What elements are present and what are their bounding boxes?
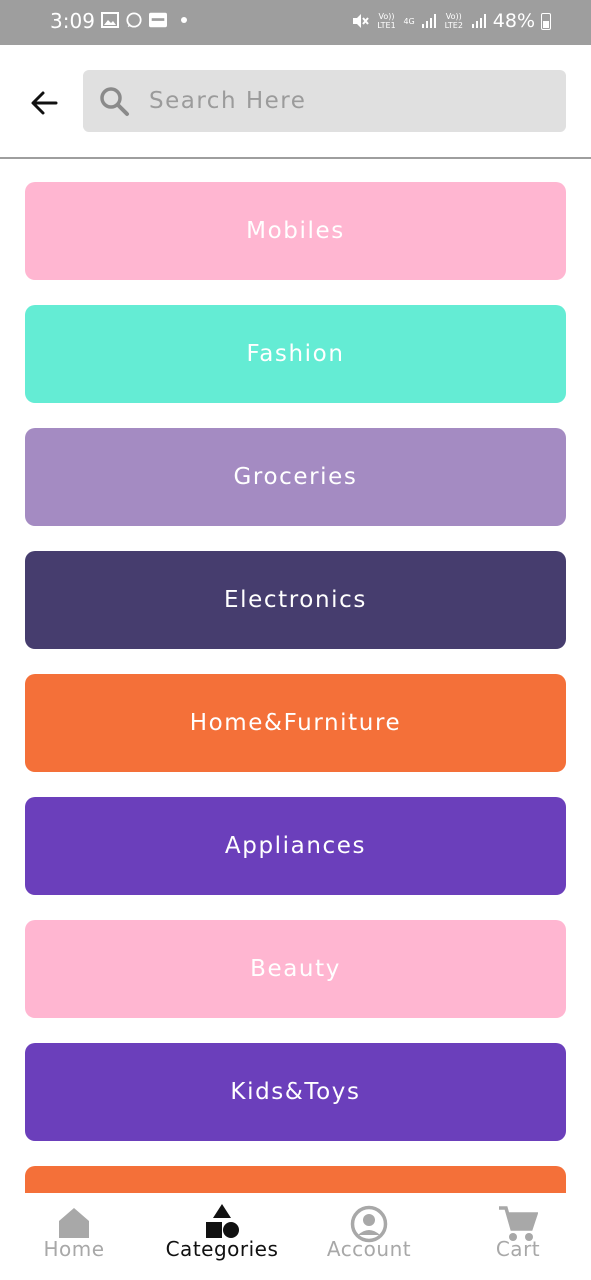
nav-account-label: Account [326,1237,412,1261]
home-icon [59,1208,89,1238]
paytm-icon [149,12,167,28]
category-label: Groceries [233,464,358,490]
category-label: Home&Furniture [189,710,402,736]
status-time: 3:09 [50,9,95,33]
battery-icon [541,12,551,30]
shapes-icon [206,1204,239,1238]
nav-home-label: Home [43,1237,105,1261]
category-item-partial[interactable] [25,1166,566,1193]
signal-icon [421,14,436,28]
category-item-appliances[interactable]: Appliances [25,797,566,895]
bottom-navigation: Home Categories Account Cart [0,1193,591,1280]
category-item-beauty[interactable]: Beauty [25,920,566,1018]
category-item-electronics[interactable]: Electronics [25,551,566,649]
battery-percent: 48% [492,10,535,32]
whatsapp-icon [126,12,142,28]
nav-cart[interactable]: Cart [478,1193,558,1280]
category-label: Fashion [246,341,345,367]
signal-icon [471,14,486,28]
dot-icon [181,17,187,23]
search-bar[interactable] [83,70,566,132]
search-icon [100,87,129,116]
mute-icon [353,14,370,28]
nav-categories-label: Categories [165,1237,279,1261]
category-item-fashion[interactable]: Fashion [25,305,566,403]
search-input[interactable] [147,87,531,115]
status-bar: 3:09 Vo)) LTE1 4G Vo)) LTE2 48% [0,0,591,45]
category-list: Mobiles Fashion Groceries Electronics Ho… [25,182,566,1193]
network-type-label: 4G [403,16,415,26]
status-notification-icons [101,12,187,28]
category-label: Mobiles [246,218,345,244]
category-label: Beauty [250,956,341,982]
nav-account[interactable]: Account [318,1193,420,1280]
status-system-icons: Vo)) LTE1 4G Vo)) LTE2 48% [351,10,551,32]
category-label: Electronics [224,587,367,613]
category-label: Kids&Toys [230,1079,361,1105]
arrow-left-icon[interactable] [26,85,62,121]
category-item-mobiles[interactable]: Mobiles [25,182,566,280]
category-item-kids-toys[interactable]: Kids&Toys [25,1043,566,1141]
nav-home[interactable]: Home [24,1193,124,1280]
gallery-icon [101,12,119,28]
sim1-label: Vo)) LTE1 [377,12,396,30]
category-item-groceries[interactable]: Groceries [25,428,566,526]
sim2-label: Vo)) LTE2 [444,12,463,30]
app-header [0,45,591,159]
category-item-home-furniture[interactable]: Home&Furniture [25,674,566,772]
nav-categories[interactable]: Categories [151,1193,293,1280]
category-label: Appliances [224,833,367,859]
nav-cart-label: Cart [495,1237,541,1261]
